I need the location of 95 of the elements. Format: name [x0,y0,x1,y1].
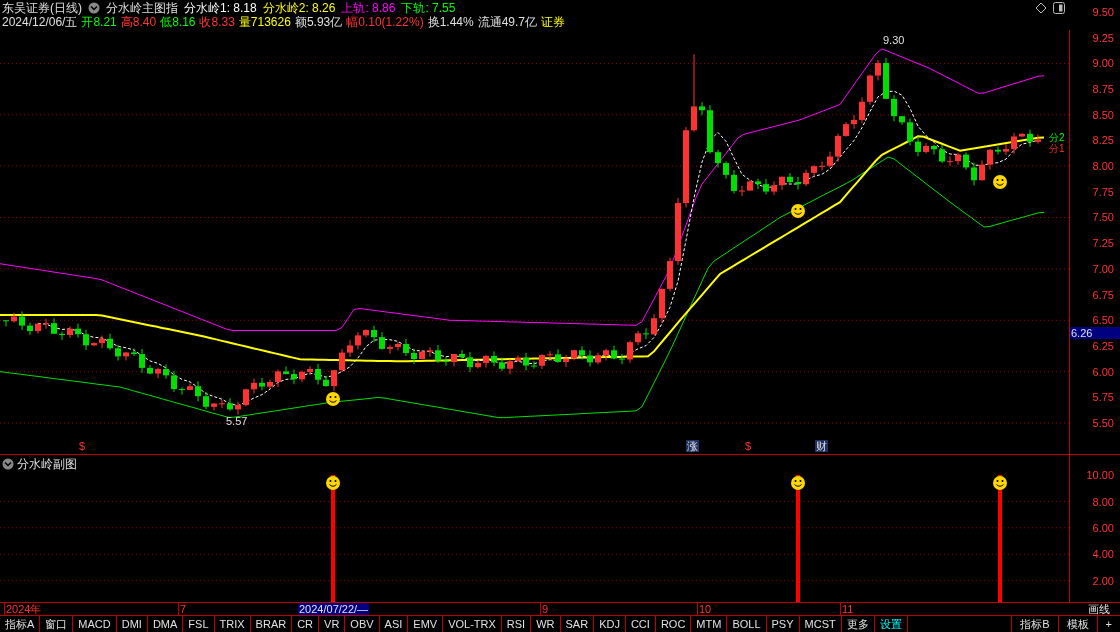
indicator-tab[interactable]: DMI [116,616,148,632]
indicator-tab[interactable]: VR [319,616,346,632]
indicator-tab[interactable]: SAR [560,616,595,632]
indicator-value: 下轨: 7.55 [401,1,456,15]
smiley-icon [326,476,340,491]
low-price-label: 5.57 [226,413,248,428]
price-tick-label: 6.50 [1092,313,1114,328]
indicator-value: 上轨: 8.86 [341,1,396,15]
price-tick-label: 6.25 [1092,338,1114,353]
sub-chart-title: 分水岭副图 [17,457,77,472]
indicator-tab[interactable]: MCST [799,616,842,632]
price-tick-label: 7.50 [1092,210,1114,225]
quote-stat: 幅0.10(1.22%) [346,15,424,29]
indicator-tab[interactable]: 指标A [0,616,41,632]
price-tick-label: 6.00 [1092,364,1114,379]
price-tick-label: 7.75 [1092,184,1114,199]
smiley-icon [993,174,1007,189]
price-tick-label: 8.25 [1092,133,1114,148]
quote-date: 2024/12/06/五 [2,15,78,29]
indicator-name: 分水岭主图指 [106,1,178,15]
template-tab[interactable]: 指标B [1011,616,1058,632]
indicator-tab[interactable]: CCI [625,616,656,632]
template-tab[interactable]: + [1096,616,1120,632]
line-label: 分2 [1049,131,1065,143]
event-marker[interactable]: $ [744,439,753,452]
indicator-tab[interactable]: KDJ [594,616,626,632]
sub-tick-label: 2.00 [1092,573,1114,588]
quote-stat: 低8.16 [160,15,196,29]
quote-stat: 量713626 [238,15,291,29]
event-marker[interactable]: $ [78,439,87,452]
quote-stat: 额5.93亿 [294,15,343,29]
indicator-tab[interactable]: PSY [766,616,800,632]
chevron-down-icon[interactable] [88,2,100,14]
price-tick-label: 5.50 [1092,415,1114,430]
quote-stat: 换1.44% [427,15,474,29]
price-tick-label: 9.25 [1092,30,1114,45]
draw-line-button[interactable]: 画线 [1088,603,1110,616]
smiley-icon [326,391,340,406]
indicator-tab[interactable]: TRIX [214,616,251,632]
chart-title: 东吴证券(日线) [2,1,82,15]
smiley-icon [993,476,1007,491]
indicator-tab[interactable]: EMV [408,616,444,632]
indicator-tab[interactable]: FSL [183,616,215,632]
quote-stat: 证券 [541,15,565,29]
smiley-icon [791,203,805,218]
price-tick-label: 7.00 [1092,261,1114,276]
chevron-down-icon[interactable] [2,458,14,471]
quote-stat: 高8.40 [120,15,157,29]
indicator-tab[interactable]: RSI [501,616,532,632]
sub-tick-label: 4.00 [1092,547,1114,562]
indicator-tab[interactable]: ASI [379,616,409,632]
date-axis-label: 10 [697,603,713,616]
indicator-tab[interactable]: VOL-TRX [443,616,502,632]
price-tick-label: 8.00 [1092,159,1114,174]
smiley-icon [791,476,805,491]
indicator-tab[interactable]: BRAR [250,616,293,632]
indicator-tab[interactable]: MACD [73,616,117,632]
indicator-tab[interactable]: ROC [655,616,692,632]
date-axis-label: 9 [540,603,550,616]
indicator-tab[interactable]: DMA [147,616,184,632]
indicator-tab[interactable]: 窗口 [40,616,74,632]
indicator-tab[interactable]: MTM [691,616,728,632]
indicator-tab[interactable]: BOLL [727,616,767,632]
price-tick-label: 6.75 [1092,287,1114,302]
quote-stat: 开8.21 [81,15,117,29]
price-tick-label: 9.00 [1092,56,1114,71]
date-axis-label: 7 [178,603,188,616]
price-tick-label: 8.75 [1092,82,1114,96]
date-axis-label: 2024/07/22/— [298,603,370,616]
indicator-tab[interactable]: 更多 [841,616,875,632]
price-tick-label: 7.25 [1092,236,1114,251]
indicator-value: 分水岭2: 8.26 [262,1,336,15]
indicator-tab[interactable]: CR [292,616,320,632]
price-tick-label: 9.50 [1092,4,1114,19]
indicator-tab[interactable]: OBV [345,616,380,632]
indicator-tab[interactable]: 设置 [874,616,908,632]
window-toggle-icon[interactable] [1053,2,1065,14]
event-marker[interactable]: 涨 [686,439,699,452]
price-tick-label: 5.75 [1092,390,1114,405]
indicator-value: 分水岭1: 8.18 [184,1,257,15]
template-tab[interactable]: 模板 [1057,616,1097,632]
price-tick-label: 8.50 [1092,107,1114,122]
diamond-icon[interactable] [1035,2,1047,14]
current-price-label: 6.26 [1070,326,1120,339]
high-price-label: 9.30 [883,32,905,47]
quote-stat: 收8.33 [199,15,235,29]
quote-stat: 流通49.7亿 [477,15,537,29]
date-axis-label: 2024年 [4,603,43,616]
date-axis-label: 11 [840,603,855,616]
indicator-tab[interactable]: WR [531,616,561,632]
sub-tick-label: 6.00 [1092,521,1114,536]
sub-tick-label: 8.00 [1092,494,1114,509]
sub-tick-label: 10.00 [1086,468,1114,483]
event-marker[interactable]: 财 [815,439,828,452]
line-label: 分1 [1049,142,1065,154]
